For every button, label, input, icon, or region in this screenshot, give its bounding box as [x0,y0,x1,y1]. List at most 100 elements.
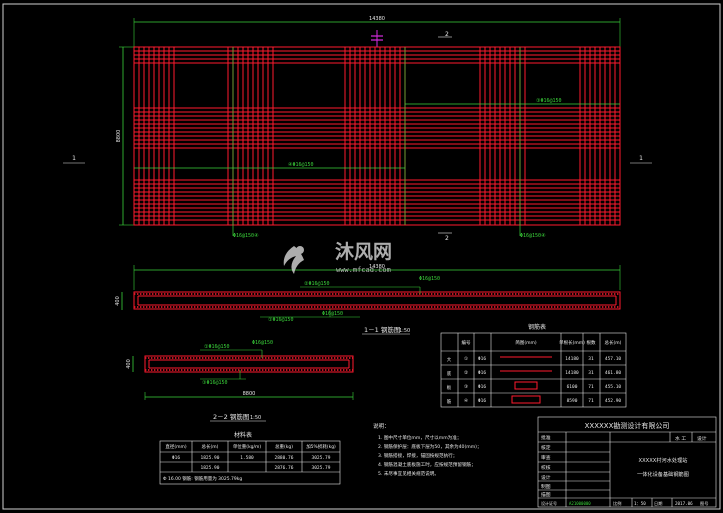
cad-drawing-canvas: 14380 8800 2 2 1 1 ④Φ16@150 ③Φ16@150 Φ16… [2,3,721,510]
section-2-bar-label-bottom: ③Φ16@150 [202,380,228,386]
plan-rebar-label-bottom-right: Φ16@150④ [520,233,546,239]
section-1-marker-left: 1 [72,155,76,162]
material-col-loss-weight: 加5%损耗(kg) [306,443,336,450]
tb-label-verify: 核定 [541,444,551,451]
tb-sheet-label: 图号 [700,501,708,507]
tb-label-draw: 制图 [541,483,551,490]
rebar-r4-count: 71 [588,398,594,404]
plan-width-dimension: 14380 [369,16,385,22]
material-r1-c2: 1825.90 [201,455,220,461]
tb-label-trace: 描图 [541,491,551,498]
rebar-r3-no: ③ [464,384,468,390]
company-name: XXXXXX勘测设计有限公司 [585,421,670,430]
material-col-total-weight: 总重(kg) [275,443,293,450]
rebar-r2-len: 14180 [565,370,579,376]
tb-right-label-1: 水 工 [675,435,686,442]
material-table: 材料表 直径(mm) 总长(m) 单位重(kg/m) 总重(kg) 加5%损耗(… [159,431,341,485]
rebar-r2-no: ② [464,370,468,376]
watermark-brand: 沐风网 [335,241,392,263]
tb-date-label: 日期 [654,501,662,507]
material-col-total-length: 总长(m) [202,443,219,450]
section-1-marker-right: 1 [639,155,643,162]
material-table-title: 材料表 [234,431,252,439]
note-item-2: 2. 钢筋保护层：底板下层为50，其余为40(mm)； [378,443,482,450]
watermark-url: www.mfcad.com [336,266,391,274]
tb-label-check: 校核 [541,464,551,471]
section-1-thickness-dimension: 400 [115,296,121,306]
rebar-r2-total: 461.80 [605,370,622,376]
material-table-footer: Φ 16.00 钢筋: 钢筋用量为 3025.79kg [163,475,242,482]
plan-rebar-grid [133,46,621,226]
section-2-scale: 1:50 [250,415,261,421]
section-1-bar-label-bottom-right: Φ16@150 [322,311,343,317]
section-2-bar-label-top-right: Φ16@150 [252,340,273,346]
rebar-r1-len: 14180 [565,356,579,362]
rebar-r1-dia: Φ16 [478,356,486,362]
rebar-table: 钢筋表 编号 简图(mm) 单根长(mm) 根数 总长(m) 大 底 板 筋 ①… [440,323,627,408]
material-r1-c1: Φ16 [172,455,180,461]
tb-scale-value: 1：50 [634,501,646,506]
section-2-view: 400 8800 ①Φ16@150 Φ16@150 ③Φ16@150 2－2 钢… [126,340,354,422]
watermark: 沐风网 www.mfcad.com [283,241,392,274]
rebar-col-length: 单根长(mm) [559,339,585,346]
plan-view: 14380 8800 2 2 1 1 ④Φ16@150 ③Φ16@150 Φ16… [63,16,652,242]
material-col-unit-weight: 单位重(kg/m) [233,443,262,450]
rebar-r4-total: 452.90 [605,398,622,404]
rebar-r2-dia: Φ16 [478,370,486,376]
section-1-bar-label-top-right: Φ16@150 [419,276,440,282]
drawing-title-line-2: 一体化设备基础钢筋图 [637,470,689,478]
tb-scale-label: 比例 [613,500,621,507]
rebar-r3-len: 6100 [567,384,578,390]
tb-label-cert: 设计证号 [541,500,557,506]
rebar-r4-no: ④ [464,398,468,404]
section-1-bar-label-top: ②Φ16@150 [304,281,330,287]
rebar-group-char-3: 板 [447,384,452,391]
rebar-group-char-4: 筋 [447,398,452,405]
material-r1-c5: 3025.79 [312,455,331,461]
tb-date-value: 2017.06 [675,501,693,506]
material-r2-c5: 3025.79 [312,465,331,471]
rebar-col-total: 总长(m) [605,339,622,346]
material-r1-c3: 1.580 [240,455,254,461]
section-1-scale: 1:50 [399,328,410,334]
notes: 说明： 1. 图中尺寸单位mm，尺寸以mm为准； 2. 钢筋保护层：底板下层为5… [373,422,482,477]
rebar-r2-count: 31 [588,370,594,376]
plan-rebar-label-right: ③Φ16@150 [536,98,562,104]
section-2-marker-bottom: 2 [445,235,449,242]
drawing-title-line-1: XXXXX村河水处理站 [639,456,688,464]
rebar-group-char-1: 大 [447,356,452,363]
tb-right-tag-1: 设计 [697,435,707,442]
rebar-group-char-2: 底 [447,370,452,377]
section-2-bar-label-top: ①Φ16@150 [204,344,230,350]
section-2-title: 2－2 钢筋图 [213,412,249,421]
rebar-r1-count: 31 [588,356,594,362]
rebar-col-count: 根数 [587,339,596,346]
tb-label-review: 审查 [541,454,551,461]
rebar-col-no: 编号 [462,339,471,346]
tb-cert-value: A21000000 [569,501,591,506]
notes-title: 说明： [373,422,390,430]
note-item-4: 4. 钢筋混凝土底板施工时，应按规范预留钢筋； [378,461,476,468]
note-item-5: 5. 未尽事宜见相关规范说明。 [378,470,439,477]
rebar-r4-len: 8590 [567,398,578,404]
section-2-length-dimension: 8800 [243,391,256,397]
rebar-r4-dia: Φ16 [478,398,486,404]
tb-label-design: 设计 [541,474,551,481]
section-1-bar-label-bottom: ①Φ16@150 [268,317,294,323]
title-block: XXXXXX勘测设计有限公司 批准 核定 审查 校核 设计 制图 描图 设计证号… [537,416,717,508]
material-r2-c2: 1825.90 [201,465,220,471]
rebar-r1-no: ① [464,356,468,362]
section-2-thickness-dimension: 400 [126,359,132,369]
rebar-col-sketch: 简图(mm) [515,339,537,346]
tb-label-approve: 批准 [541,434,551,441]
material-col-diameter: 直径(mm) [165,443,187,450]
rebar-r3-count: 71 [588,384,594,390]
rebar-r1-total: 457.10 [605,356,622,362]
rebar-r3-total: 455.10 [605,384,622,390]
rebar-table-title: 钢筋表 [528,323,546,331]
section-1-title: 1－1 钢筋图 [364,325,400,334]
material-r2-c4: 2876.76 [275,465,294,471]
rebar-r3-dia: Φ16 [478,384,486,390]
plan-height-dimension: 8800 [116,130,122,143]
plan-rebar-label-bottom-left: Φ16@150④ [233,233,259,239]
